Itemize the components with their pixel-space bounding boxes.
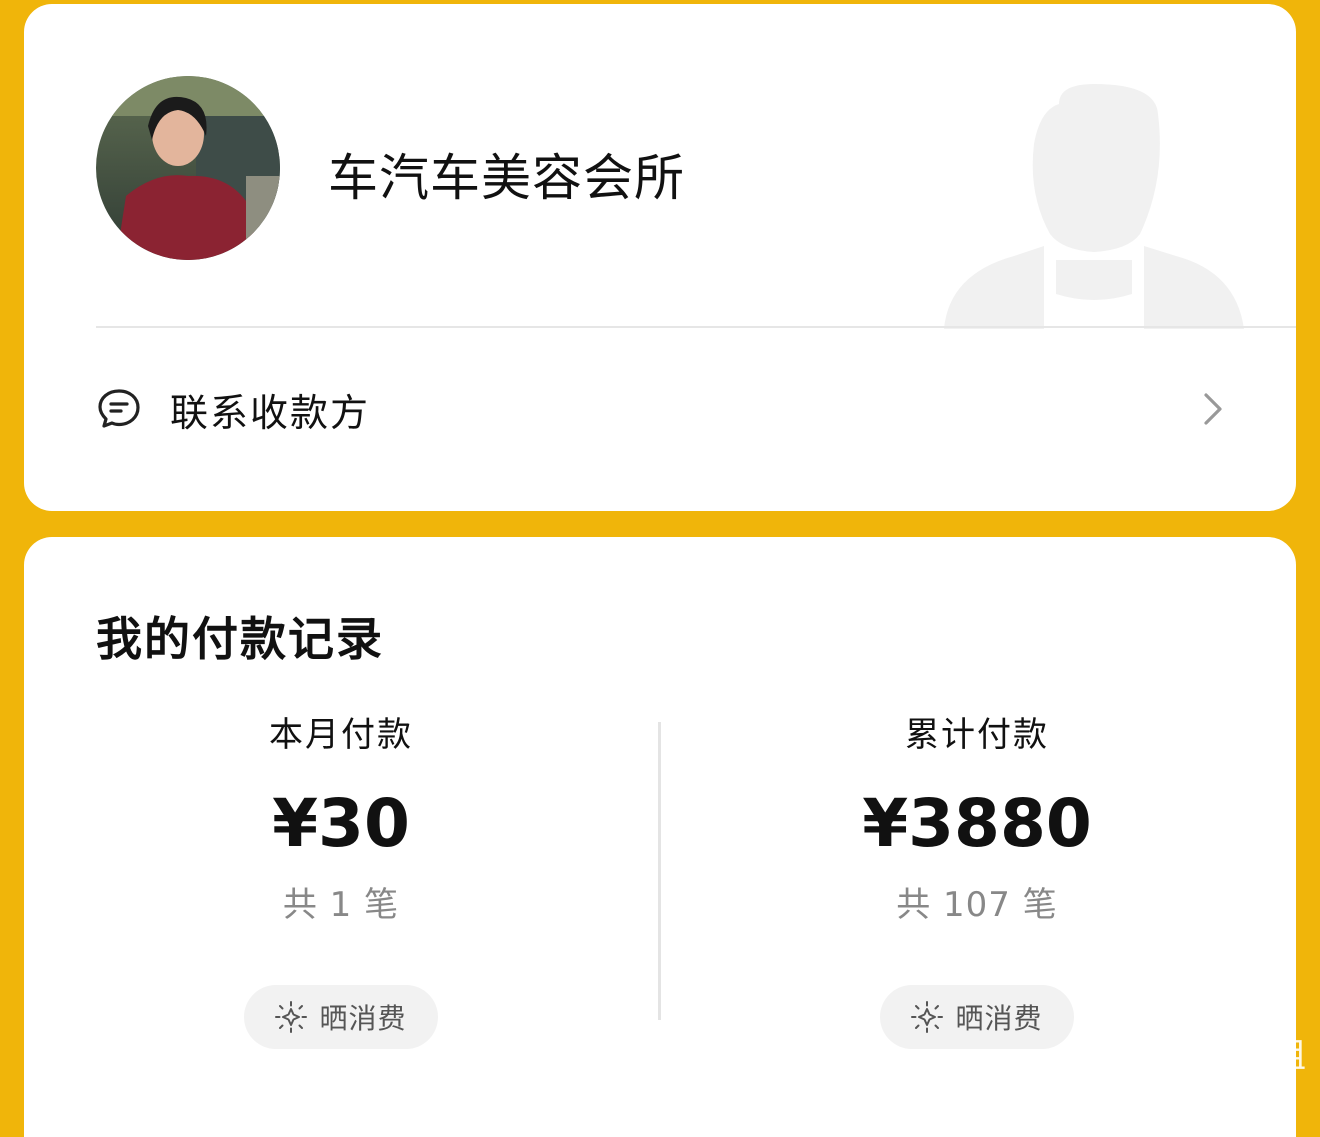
merchant-card: 车汽车美容会所 联系收款方 xyxy=(24,4,1296,511)
chevron-right-icon xyxy=(1204,393,1222,425)
month-payment-amount: ¥30 xyxy=(272,785,410,862)
records-title: 我的付款记录 xyxy=(96,612,384,666)
weibo-watermark: @园姐 xyxy=(1152,1028,1306,1077)
placeholder-person-icon xyxy=(944,84,1244,329)
weibo-logo-icon xyxy=(1153,1037,1196,1069)
total-share-label: 晒消费 xyxy=(955,1002,1043,1035)
sparkle-icon xyxy=(275,1001,308,1033)
contact-payee-label: 联系收款方 xyxy=(170,390,371,435)
month-share-button[interactable]: 晒消费 xyxy=(244,985,438,1049)
total-share-button[interactable]: 晒消费 xyxy=(880,985,1074,1049)
month-payment-stat: 本月付款 ¥30 共 1 笔 晒消费 xyxy=(141,707,541,1049)
total-payment-amount: ¥3880 xyxy=(862,785,1092,862)
chat-bubble-icon xyxy=(98,389,140,428)
total-payment-count: 共 107 笔 xyxy=(896,885,1058,925)
stats-divider xyxy=(658,722,661,1020)
sparkle-icon xyxy=(911,1001,944,1033)
month-share-label: 晒消费 xyxy=(319,1002,407,1035)
total-payment-label: 累计付款 xyxy=(905,715,1049,755)
contact-payee-row[interactable]: 联系收款方 xyxy=(96,359,1226,459)
total-payment-stat: 累计付款 ¥3880 共 107 笔 晒消费 xyxy=(777,707,1177,1049)
merchant-avatar[interactable] xyxy=(96,76,280,260)
watermark-text: @园姐 xyxy=(1204,1036,1306,1076)
month-payment-count: 共 1 笔 xyxy=(282,885,400,925)
merchant-name: 车汽车美容会所 xyxy=(328,149,685,207)
section-divider xyxy=(96,326,1296,328)
payment-records-card: 我的付款记录 本月付款 ¥30 共 1 笔 晒消费 累计付款 ¥3880 共 1… xyxy=(24,537,1296,1137)
month-payment-label: 本月付款 xyxy=(269,715,413,755)
